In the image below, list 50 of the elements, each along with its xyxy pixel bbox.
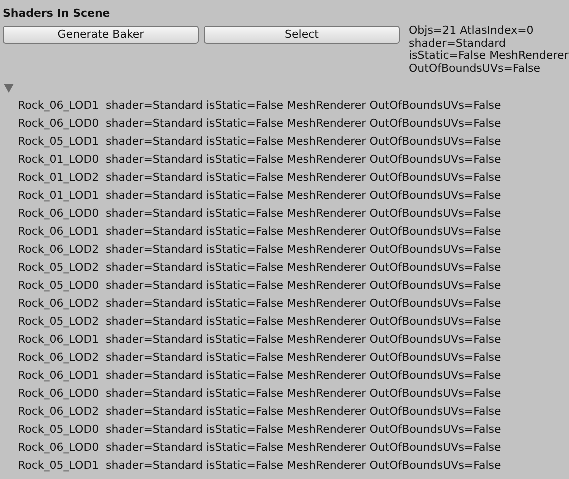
action-button[interactable]: Generate Baker bbox=[3, 26, 199, 44]
object-name: Rock_06_LOD2 bbox=[18, 350, 100, 366]
object-details: shader=Standard isStatic=False MeshRenderer OutOfBoundsUVs=False bbox=[106, 152, 502, 168]
object-name: Rock_06_LOD2 bbox=[18, 242, 100, 258]
object-name: Rock_06_LOD0 bbox=[18, 440, 100, 456]
object-details: shader=Standard isStatic=False MeshRenderer OutOfBoundsUVs=False bbox=[106, 260, 502, 276]
section-title: Shaders In Scene bbox=[3, 7, 112, 21]
object-name: Rock_01_LOD0 bbox=[18, 152, 100, 168]
object-name: Rock_06_LOD0 bbox=[18, 386, 100, 402]
object-name: Rock_06_LOD2 bbox=[18, 404, 100, 420]
object-name: Rock_01_LOD2 bbox=[18, 170, 100, 186]
object-name: Rock_05_LOD0 bbox=[18, 278, 100, 294]
object-details: shader=Standard isStatic=False MeshRenderer OutOfBoundsUVs=False bbox=[106, 224, 502, 240]
object-details: shader=Standard isStatic=False MeshRenderer OutOfBoundsUVs=False bbox=[106, 404, 502, 420]
object-name: Rock_06_LOD1 bbox=[18, 98, 100, 114]
object-details: shader=Standard isStatic=False MeshRenderer OutOfBoundsUVs=False bbox=[106, 188, 502, 204]
object-name: Rock_05_LOD2 bbox=[18, 260, 100, 276]
object-details: shader=Standard isStatic=False MeshRenderer OutOfBoundsUVs=False bbox=[106, 386, 502, 402]
object-details: shader=Standard isStatic=False MeshRenderer OutOfBoundsUVs=False bbox=[106, 278, 502, 294]
object-name: Rock_06_LOD2 bbox=[18, 296, 100, 312]
info-text: isStatic=False MeshRenderer bbox=[409, 50, 569, 62]
action-button[interactable]: Select bbox=[204, 26, 400, 44]
object-details: shader=Standard isStatic=False MeshRenderer OutOfBoundsUVs=False bbox=[106, 296, 502, 312]
object-details: shader=Standard isStatic=False MeshRenderer OutOfBoundsUVs=False bbox=[106, 170, 502, 186]
object-details: shader=Standard isStatic=False MeshRenderer OutOfBoundsUVs=False bbox=[106, 116, 502, 132]
object-name: Rock_05_LOD0 bbox=[18, 422, 100, 438]
object-details: shader=Standard isStatic=False MeshRenderer OutOfBoundsUVs=False bbox=[106, 458, 502, 474]
info-text: OutOfBoundsUVs=False bbox=[409, 62, 542, 75]
object-details: shader=Standard isStatic=False MeshRenderer OutOfBoundsUVs=False bbox=[106, 440, 502, 456]
object-name: Rock_05_LOD2 bbox=[18, 314, 100, 330]
foldout-triangle-icon[interactable] bbox=[4, 83, 14, 93]
object-details: shader=Standard isStatic=False MeshRenderer OutOfBoundsUVs=False bbox=[106, 242, 502, 258]
object-name: Rock_06_LOD0 bbox=[18, 116, 100, 132]
object-details: shader=Standard isStatic=False MeshRenderer OutOfBoundsUVs=False bbox=[106, 98, 502, 114]
object-name: Rock_06_LOD1 bbox=[18, 224, 100, 240]
info-text: Objs=21 AtlasIndex=0 bbox=[409, 25, 535, 38]
object-name: Rock_06_LOD1 bbox=[18, 368, 100, 384]
object-name: Rock_06_LOD1 bbox=[18, 332, 100, 348]
object-details: shader=Standard isStatic=False MeshRenderer OutOfBoundsUVs=False bbox=[106, 206, 502, 222]
info-text: shader=Standard bbox=[409, 38, 507, 50]
object-details: shader=Standard isStatic=False MeshRenderer OutOfBoundsUVs=False bbox=[106, 332, 502, 348]
object-name: Rock_01_LOD1 bbox=[18, 188, 100, 204]
object-details: shader=Standard isStatic=False MeshRenderer OutOfBoundsUVs=False bbox=[106, 350, 502, 366]
object-details: shader=Standard isStatic=False MeshRenderer OutOfBoundsUVs=False bbox=[106, 368, 502, 384]
object-name: Rock_06_LOD0 bbox=[18, 206, 100, 222]
object-name: Rock_05_LOD1 bbox=[18, 134, 100, 150]
object-details: shader=Standard isStatic=False MeshRenderer OutOfBoundsUVs=False bbox=[106, 422, 502, 438]
object-name: Rock_05_LOD1 bbox=[18, 458, 100, 474]
object-details: shader=Standard isStatic=False MeshRenderer OutOfBoundsUVs=False bbox=[106, 134, 502, 150]
object-details: shader=Standard isStatic=False MeshRenderer OutOfBoundsUVs=False bbox=[106, 314, 502, 330]
